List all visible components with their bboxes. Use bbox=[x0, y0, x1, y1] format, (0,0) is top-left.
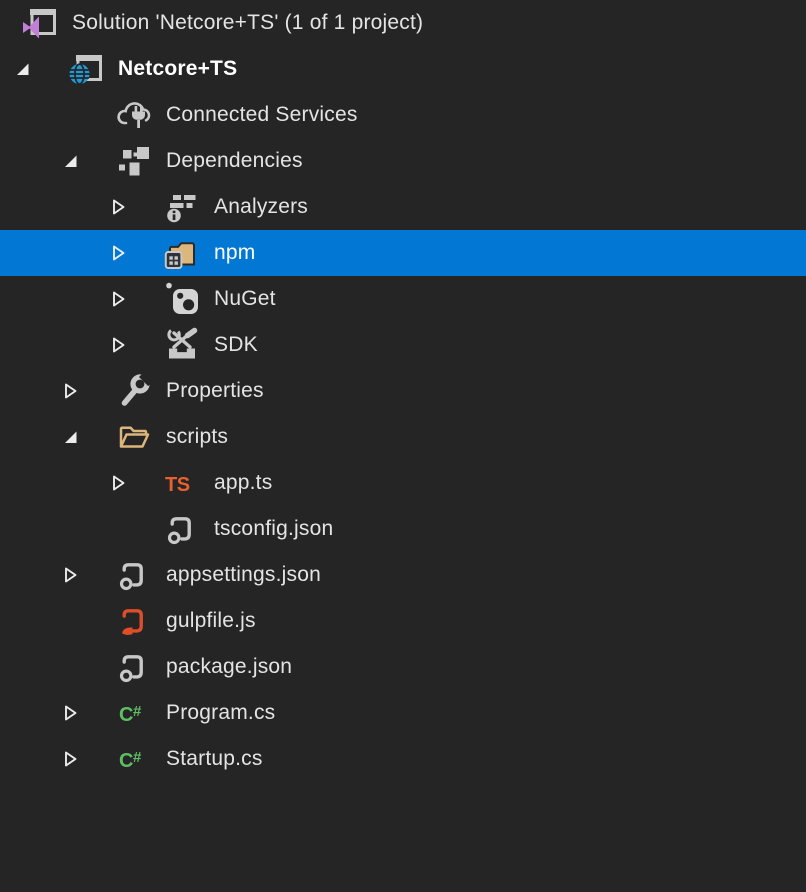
tree-item-label: package.json bbox=[166, 655, 292, 679]
indent-spacer bbox=[0, 667, 61, 668]
tree-item-label: Analyzers bbox=[214, 195, 308, 219]
expander-placeholder bbox=[109, 519, 129, 539]
tree-item-label: SDK bbox=[214, 333, 258, 357]
csharp-file-icon: C # bbox=[116, 695, 152, 731]
expander-collapsed-icon[interactable] bbox=[61, 565, 81, 585]
properties-wrench-icon bbox=[116, 373, 152, 409]
tree-item-label: NuGet bbox=[214, 287, 276, 311]
tree-item-label: Program.cs bbox=[166, 701, 275, 725]
indent-spacer bbox=[0, 529, 109, 530]
svg-text:C: C bbox=[119, 750, 133, 772]
indent-spacer bbox=[0, 483, 109, 484]
tree-item-label: app.ts bbox=[214, 471, 272, 495]
indent-spacer bbox=[0, 69, 13, 70]
tree-row-startup-cs[interactable]: C # Startup.cs bbox=[0, 736, 806, 782]
tree-item-label: appsettings.json bbox=[166, 563, 321, 587]
indent-spacer bbox=[0, 115, 61, 116]
json-file-icon bbox=[116, 557, 152, 593]
tree-item-label: Connected Services bbox=[166, 103, 358, 127]
tree-item-label: npm bbox=[214, 241, 255, 265]
tree-item-label: tsconfig.json bbox=[214, 517, 333, 541]
tree-row-program-cs[interactable]: C # Program.cs bbox=[0, 690, 806, 736]
svg-text:#: # bbox=[133, 703, 142, 720]
tree-row-gulpfile-js[interactable]: gulpfile.js bbox=[0, 598, 806, 644]
tree-row-netcore-ts[interactable]: Netcore+TS bbox=[0, 46, 806, 92]
expander-expanded-icon[interactable] bbox=[13, 59, 33, 79]
solution-explorer-tree: Solution 'Netcore+TS' (1 of 1 project) N… bbox=[0, 0, 806, 782]
folder-open-icon bbox=[116, 419, 152, 455]
expander-collapsed-icon[interactable] bbox=[109, 289, 129, 309]
indent-spacer bbox=[0, 23, 22, 24]
json-file-icon bbox=[116, 649, 152, 685]
expander-collapsed-icon[interactable] bbox=[109, 335, 129, 355]
tree-item-label: Properties bbox=[166, 379, 264, 403]
tree-item-label: gulpfile.js bbox=[166, 609, 256, 633]
tree-row-package-json[interactable]: package.json bbox=[0, 644, 806, 690]
tree-row-properties[interactable]: Properties bbox=[0, 368, 806, 414]
expander-collapsed-icon[interactable] bbox=[109, 243, 129, 263]
gulp-file-icon bbox=[116, 603, 152, 639]
web-project-icon bbox=[68, 51, 104, 87]
tree-row-scripts[interactable]: scripts bbox=[0, 414, 806, 460]
indent-spacer bbox=[0, 575, 61, 576]
indent-spacer bbox=[0, 299, 109, 300]
indent-spacer bbox=[0, 621, 61, 622]
expander-collapsed-icon[interactable] bbox=[61, 381, 81, 401]
connected-services-icon bbox=[116, 97, 152, 133]
tree-row-sdk[interactable]: SDK bbox=[0, 322, 806, 368]
tree-item-label: Dependencies bbox=[166, 149, 303, 173]
tree-row-dependencies[interactable]: Dependencies bbox=[0, 138, 806, 184]
sdk-icon bbox=[164, 327, 200, 363]
analyzers-icon bbox=[164, 189, 200, 225]
nuget-icon bbox=[164, 281, 200, 317]
expander-collapsed-icon[interactable] bbox=[109, 473, 129, 493]
expander-collapsed-icon[interactable] bbox=[61, 703, 81, 723]
expander-collapsed-icon[interactable] bbox=[61, 749, 81, 769]
expander-expanded-icon[interactable] bbox=[61, 427, 81, 447]
typescript-file-icon: TS bbox=[164, 465, 200, 501]
indent-spacer bbox=[0, 345, 109, 346]
indent-spacer bbox=[0, 161, 61, 162]
csharp-file-icon: C # bbox=[116, 741, 152, 777]
expander-placeholder bbox=[61, 611, 81, 631]
tree-item-label: Netcore+TS bbox=[118, 57, 237, 81]
indent-spacer bbox=[0, 713, 61, 714]
json-file-icon bbox=[164, 511, 200, 547]
tree-row-tsconfig-json[interactable]: tsconfig.json bbox=[0, 506, 806, 552]
svg-text:#: # bbox=[133, 749, 142, 766]
tree-row-nuget[interactable]: NuGet bbox=[0, 276, 806, 322]
npm-folder-icon bbox=[164, 235, 200, 271]
solution-icon bbox=[22, 5, 58, 41]
svg-text:C: C bbox=[119, 704, 133, 726]
svg-text:TS: TS bbox=[165, 474, 190, 496]
tree-row-connected-services[interactable]: Connected Services bbox=[0, 92, 806, 138]
tree-row-appsettings-json[interactable]: appsettings.json bbox=[0, 552, 806, 598]
tree-row-app-ts[interactable]: TS app.ts bbox=[0, 460, 806, 506]
dependencies-icon bbox=[116, 143, 152, 179]
indent-spacer bbox=[0, 391, 61, 392]
tree-item-label: Startup.cs bbox=[166, 747, 263, 771]
tree-row-solution-netcore-ts-1-of-1-project[interactable]: Solution 'Netcore+TS' (1 of 1 project) bbox=[0, 0, 806, 46]
indent-spacer bbox=[0, 437, 61, 438]
indent-spacer bbox=[0, 207, 109, 208]
expander-collapsed-icon[interactable] bbox=[109, 197, 129, 217]
expander-placeholder bbox=[61, 105, 81, 125]
tree-item-label: scripts bbox=[166, 425, 228, 449]
tree-row-analyzers[interactable]: Analyzers bbox=[0, 184, 806, 230]
expander-expanded-icon[interactable] bbox=[61, 151, 81, 171]
expander-placeholder bbox=[61, 657, 81, 677]
indent-spacer bbox=[0, 253, 109, 254]
indent-spacer bbox=[0, 759, 61, 760]
tree-row-npm[interactable]: npm bbox=[0, 230, 806, 276]
tree-item-label: Solution 'Netcore+TS' (1 of 1 project) bbox=[72, 11, 423, 35]
